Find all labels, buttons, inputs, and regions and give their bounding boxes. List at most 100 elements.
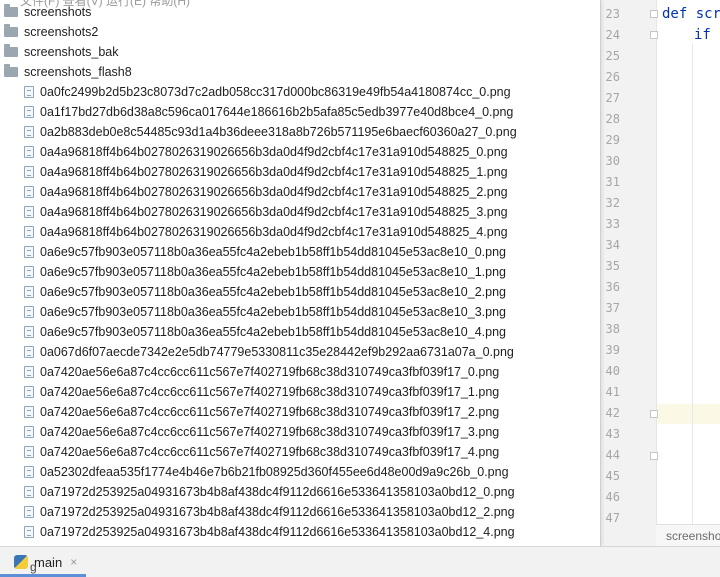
file-name: 0a6e9c57fb903e057118b0a36ea55fc4a2ebeb1b… [40,305,506,319]
file-name: 0a067d6f07aecde7342e2e5db74779e5330811c3… [40,345,514,359]
file-item[interactable]: 0a7420ae56e6a87c4cc6cc611c567e7f402719fb… [0,442,499,462]
image-file-icon [24,486,34,498]
line-number: 44 [605,448,620,462]
line-number: 30 [605,154,620,168]
file-item[interactable]: 0a52302dfeaa535f1774e4b46e7b6b21fb08925d… [0,462,509,482]
console-text-fragment: g [30,560,37,574]
code-line-if: if l [694,27,720,43]
image-file-icon [24,326,34,338]
file-list-popup[interactable]: 文件(F) 查看(V) 运行(E) 帮助(H) screenshots scree… [0,0,601,546]
file-item[interactable]: 0a71972d253925a04931673b4b8af438dc4f9112… [0,522,515,542]
line-number: 41 [605,385,620,399]
tool-window-bar: main × [0,546,720,577]
folder-icon [4,64,18,77]
file-name: 0a71972d253925a04931673b4b8af438dc4f9112… [40,485,515,499]
image-file-icon [24,386,34,398]
file-item[interactable]: 0a1f17bd27db6d38a8c596ca017644e186616b2b… [0,102,513,122]
file-item[interactable]: 0a7420ae56e6a87c4cc6cc611c567e7f402719fb… [0,362,499,382]
file-name: 0a1f17bd27db6d38a8c596ca017644e186616b2b… [40,105,514,119]
python-icon [14,555,28,569]
line-number: 31 [605,175,620,189]
image-file-icon [24,346,34,358]
file-item[interactable]: 0a2b883deb0e8c54485c93d1a4b36deee318a8b7… [0,122,517,142]
line-number: 45 [605,469,620,483]
file-item[interactable]: 0a4a96818ff4b64b0278026319026656b3da0d4f… [0,222,508,242]
file-item[interactable]: 0a6e9c57fb903e057118b0a36ea55fc4a2ebeb1b… [0,242,506,262]
image-file-icon [24,186,34,198]
folder-item[interactable]: screenshots_bak [0,42,119,62]
line-number: 40 [605,364,620,378]
file-item[interactable]: 0a067d6f07aecde7342e2e5db74779e5330811c3… [0,342,514,362]
editor-breadcrumb[interactable]: screensho [656,524,720,547]
image-file-icon [24,446,34,458]
file-name: 0a7420ae56e6a87c4cc6cc611c567e7f402719fb… [40,445,500,459]
image-file-icon [24,466,34,478]
fold-icon[interactable] [650,452,658,460]
close-icon[interactable]: × [70,555,77,569]
image-file-icon [24,286,34,298]
file-name: 0a6e9c57fb903e057118b0a36ea55fc4a2ebeb1b… [40,325,506,339]
file-item[interactable]: 0a7420ae56e6a87c4cc6cc611c567e7f402719fb… [0,422,499,442]
line-number: 32 [605,196,620,210]
line-number: 47 [605,511,620,525]
file-name: 0a7420ae56e6a87c4cc6cc611c567e7f402719fb… [40,365,500,379]
folder-item[interactable]: screenshots [0,2,91,22]
file-name: 0a4a96818ff4b64b0278026319026656b3da0d4f… [40,185,508,199]
file-item[interactable]: 0a0fc2499b2d5b23c8073d7c2adb058cc317d000… [0,82,511,102]
image-file-icon [24,366,34,378]
image-file-icon [24,126,34,138]
folder-item[interactable]: screenshots_flash8 [0,62,132,82]
file-name: 0a7420ae56e6a87c4cc6cc611c567e7f402719fb… [40,385,500,399]
fold-icon[interactable] [650,31,658,39]
file-item[interactable]: 0a71972d253925a04931673b4b8af438dc4f9112… [0,502,515,522]
file-item[interactable]: 0a6e9c57fb903e057118b0a36ea55fc4a2ebeb1b… [0,322,506,342]
line-number: 36 [605,280,620,294]
image-file-icon [24,166,34,178]
line-number: 33 [605,217,620,231]
file-item[interactable]: 0a7420ae56e6a87c4cc6cc611c567e7f402719fb… [0,382,499,402]
line-number: 28 [605,112,620,126]
file-name: 0a71972d253925a04931673b4b8af438dc4f9112… [40,505,515,519]
image-file-icon [24,146,34,158]
line-number: 29 [605,133,620,147]
fold-icon[interactable] [650,410,658,418]
line-number: 46 [605,490,620,504]
line-number: 37 [605,301,620,315]
file-item[interactable]: 0a6e9c57fb903e057118b0a36ea55fc4a2ebeb1b… [0,302,506,322]
run-tab-label: main [34,554,63,570]
file-item[interactable]: 0a4a96818ff4b64b0278026319026656b3da0d4f… [0,182,508,202]
image-file-icon [24,526,34,538]
image-file-icon [24,426,34,438]
file-name: 0a4a96818ff4b64b0278026319026656b3da0d4f… [40,225,508,239]
file-item[interactable]: 0a6e9c57fb903e057118b0a36ea55fc4a2ebeb1b… [0,262,506,282]
file-name: 0a7420ae56e6a87c4cc6cc611c567e7f402719fb… [40,425,500,439]
file-item[interactable]: 0a6e9c57fb903e057118b0a36ea55fc4a2ebeb1b… [0,282,506,302]
line-number: 42 [605,406,620,420]
folder-name: screenshots2 [24,25,99,39]
fold-icon[interactable] [650,10,658,18]
file-name: 0a6e9c57fb903e057118b0a36ea55fc4a2ebeb1b… [40,285,506,299]
file-item[interactable]: 0a7420ae56e6a87c4cc6cc611c567e7f402719fb… [0,402,499,422]
line-number: 39 [605,343,620,357]
folder-icon [4,24,18,37]
file-item[interactable]: 0a4a96818ff4b64b0278026319026656b3da0d4f… [0,142,508,162]
image-file-icon [24,206,34,218]
file-name: 0a0fc2499b2d5b23c8073d7c2adb058cc317d000… [40,85,511,99]
file-name: 0a7420ae56e6a87c4cc6cc611c567e7f402719fb… [40,405,500,419]
folder-icon [4,4,18,17]
code-editor[interactable]: 23 24 25 26 27 28 29 30 31 32 33 34 35 36 37 38 39 40 41 42… [600,0,720,576]
folder-item[interactable]: screenshots2 [0,22,98,42]
file-name: 0a71972d253925a04931673b4b8af438dc4f9112… [40,525,515,539]
image-file-icon [24,506,34,518]
file-name: 0a2b883deb0e8c54485c93d1a4b36deee318a8b7… [40,125,517,139]
file-item[interactable]: 0a4a96818ff4b64b0278026319026656b3da0d4f… [0,162,508,182]
image-file-icon [24,86,34,98]
file-name: 0a6e9c57fb903e057118b0a36ea55fc4a2ebeb1b… [40,265,506,279]
line-number: 23 [605,7,620,21]
file-item[interactable]: 0a4a96818ff4b64b0278026319026656b3da0d4f… [0,202,508,222]
file-item[interactable]: 0a71972d253925a04931673b4b8af438dc4f9112… [0,482,515,502]
run-tab-main[interactable]: main × [6,551,85,573]
folder-name: screenshots_flash8 [24,65,132,79]
folder-icon [4,44,18,57]
image-file-icon [24,266,34,278]
